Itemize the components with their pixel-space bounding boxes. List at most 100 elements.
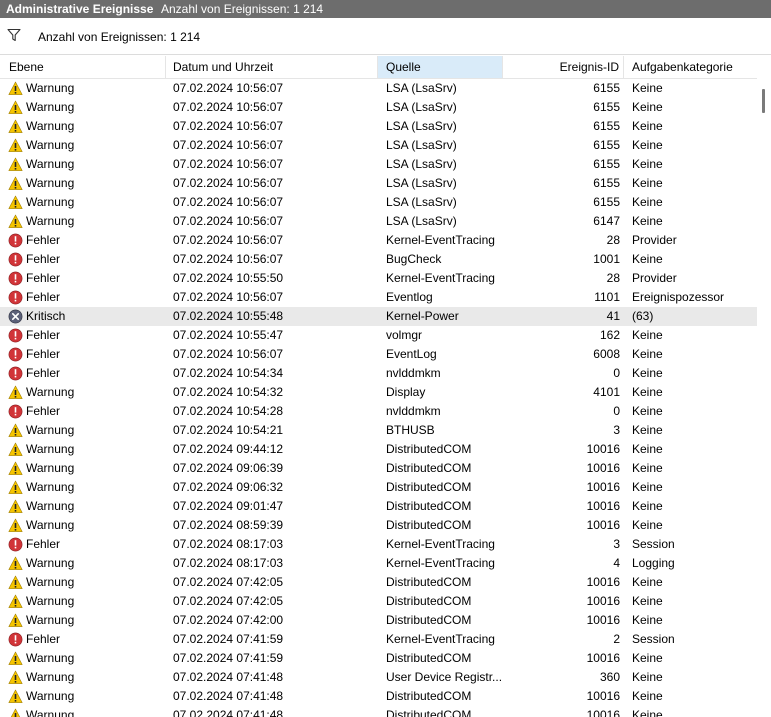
- event-row[interactable]: Fehler 07.02.2024 10:56:07 BugCheck 1001 Kei…: [0, 250, 757, 269]
- error-icon: [8, 404, 23, 419]
- event-level: Fehler: [26, 366, 61, 380]
- warning-icon: [8, 138, 23, 152]
- event-row[interactable]: Warnung 07.02.2024 10:56:07 LSA (LsaSrv) 61…: [0, 212, 757, 231]
- event-row[interactable]: Warnung 07.02.2024 10:56:07 LSA (LsaSrv) 61…: [0, 193, 757, 212]
- event-source: Eventlog: [386, 290, 433, 304]
- filter-bar: Anzahl von Ereignissen: 1 214: [0, 19, 771, 55]
- warning-icon: [8, 81, 23, 95]
- event-row[interactable]: Fehler 07.02.2024 10:55:50 Kernel-EventTra…: [0, 269, 757, 288]
- event-category: Keine: [632, 404, 663, 418]
- event-source: nvlddmkm: [386, 366, 441, 380]
- event-level: Warnung: [26, 461, 75, 475]
- event-id: 6155: [593, 100, 620, 114]
- event-id: 10016: [586, 594, 620, 608]
- event-source: nvlddmkm: [386, 404, 441, 418]
- event-datetime: 07.02.2024 10:56:07: [173, 176, 284, 190]
- event-row[interactable]: Fehler 07.02.2024 10:56:07 EventLog 6008 Kei…: [0, 345, 757, 364]
- event-source: Kernel-EventTracing: [386, 632, 495, 646]
- event-row[interactable]: Kritisch 07.02.2024 10:55:48 Kernel-Power 4…: [0, 307, 757, 326]
- event-row[interactable]: Fehler 07.02.2024 07:41:59 Kernel-EventTra…: [0, 630, 757, 649]
- event-row[interactable]: Warnung 07.02.2024 10:56:07 LSA (LsaSrv) 61…: [0, 117, 757, 136]
- scrollbar-thumb[interactable]: [762, 89, 765, 113]
- event-row[interactable]: Fehler 07.02.2024 10:56:07 Eventlog 1101 Ere…: [0, 288, 757, 307]
- event-category: Keine: [632, 119, 663, 133]
- event-id: 6155: [593, 119, 620, 133]
- event-level: Warnung: [26, 385, 75, 399]
- event-id: 1101: [594, 290, 620, 304]
- event-row[interactable]: Warnung 07.02.2024 07:42:05 DistributedCOM…: [0, 573, 757, 592]
- event-row[interactable]: Fehler 07.02.2024 10:55:47 volmgr 162 Keine: [0, 326, 757, 345]
- event-category: Keine: [632, 689, 663, 703]
- event-source: Kernel-Power: [386, 309, 459, 323]
- event-row[interactable]: Warnung 07.02.2024 10:56:07 LSA (LsaSrv) 61…: [0, 155, 757, 174]
- event-row[interactable]: Fehler 07.02.2024 10:54:28 nvlddmkm 0 Keine: [0, 402, 757, 421]
- event-category: Ereignispozessor: [632, 290, 725, 304]
- event-category: Session: [632, 632, 675, 646]
- event-source: Display: [386, 385, 426, 399]
- event-id: 10016: [586, 575, 620, 589]
- event-row[interactable]: Warnung 07.02.2024 10:56:07 LSA (LsaSrv) 61…: [0, 136, 757, 155]
- event-source: Kernel-EventTracing: [386, 537, 495, 551]
- event-datetime: 07.02.2024 10:56:07: [173, 119, 284, 133]
- event-level: Warnung: [26, 613, 75, 627]
- column-header-source[interactable]: Quelle: [378, 56, 503, 78]
- event-id: 360: [599, 670, 620, 684]
- event-category: Provider: [632, 233, 677, 247]
- event-id: 28: [606, 271, 620, 285]
- event-source: DistributedCOM: [386, 651, 472, 665]
- event-id: 6155: [593, 81, 620, 95]
- warning-icon: [8, 480, 23, 494]
- event-row[interactable]: Fehler 07.02.2024 10:56:07 Kernel-EventTra…: [0, 231, 757, 250]
- event-row[interactable]: Warnung 07.02.2024 10:54:32 Display 4101 Kei…: [0, 383, 757, 402]
- event-row[interactable]: Warnung 07.02.2024 09:06:39 DistributedCOM…: [0, 459, 757, 478]
- event-row[interactable]: Warnung 07.02.2024 09:01:47 DistributedCOM…: [0, 497, 757, 516]
- warning-icon: [8, 518, 23, 532]
- event-row[interactable]: Warnung 07.02.2024 07:42:05 DistributedCOM…: [0, 592, 757, 611]
- column-header-category[interactable]: Aufgabenkategorie: [624, 56, 757, 78]
- error-icon: [8, 347, 23, 362]
- filter-icon[interactable]: [7, 28, 21, 42]
- event-datetime: 07.02.2024 10:56:07: [173, 138, 284, 152]
- event-row[interactable]: Warnung 07.02.2024 08:17:03 Kernel-EventTr…: [0, 554, 757, 573]
- event-row[interactable]: Warnung 07.02.2024 07:41:48 DistributedCOM…: [0, 687, 757, 706]
- column-header-event-id[interactable]: Ereignis-ID: [503, 56, 624, 78]
- event-row[interactable]: Warnung 07.02.2024 07:41:59 DistributedCOM…: [0, 649, 757, 668]
- event-id: 10016: [586, 461, 620, 475]
- vertical-scrollbar[interactable]: [757, 56, 771, 717]
- event-level: Warnung: [26, 138, 75, 152]
- event-row[interactable]: Warnung 07.02.2024 10:56:07 LSA (LsaSrv) 61…: [0, 79, 757, 98]
- event-category: Keine: [632, 81, 663, 95]
- warning-icon: [8, 499, 23, 513]
- event-source: DistributedCOM: [386, 480, 472, 494]
- event-source: LSA (LsaSrv): [386, 214, 457, 228]
- event-row[interactable]: Warnung 07.02.2024 07:42:00 DistributedCOM…: [0, 611, 757, 630]
- event-level: Warnung: [26, 157, 75, 171]
- event-source: DistributedCOM: [386, 689, 472, 703]
- column-header-date[interactable]: Datum und Uhrzeit: [166, 56, 378, 78]
- warning-icon: [8, 100, 23, 114]
- event-row[interactable]: Warnung 07.02.2024 07:41:48 User Device Re…: [0, 668, 757, 687]
- event-datetime: 07.02.2024 10:56:07: [173, 290, 284, 304]
- warning-icon: [8, 119, 23, 133]
- column-header-level[interactable]: Ebene: [0, 56, 166, 78]
- event-row[interactable]: Warnung 07.02.2024 07:41:48 DistributedCOM…: [0, 706, 757, 717]
- event-row[interactable]: Warnung 07.02.2024 09:06:32 DistributedCOM…: [0, 478, 757, 497]
- event-datetime: 07.02.2024 08:17:03: [173, 556, 284, 570]
- event-row[interactable]: Warnung 07.02.2024 09:44:12 DistributedCOM…: [0, 440, 757, 459]
- event-level: Warnung: [26, 119, 75, 133]
- event-datetime: 07.02.2024 07:41:59: [173, 632, 284, 646]
- event-row[interactable]: Fehler 07.02.2024 10:54:34 nvlddmkm 0 Keine: [0, 364, 757, 383]
- event-row[interactable]: Warnung 07.02.2024 10:54:21 BTHUSB 3 Keine: [0, 421, 757, 440]
- event-level: Fehler: [26, 404, 61, 418]
- event-row[interactable]: Warnung 07.02.2024 10:56:07 LSA (LsaSrv) 61…: [0, 174, 757, 193]
- event-row[interactable]: Fehler 07.02.2024 08:17:03 Kernel-EventTra…: [0, 535, 757, 554]
- event-category: Keine: [632, 575, 663, 589]
- event-row[interactable]: Warnung 07.02.2024 10:56:07 LSA (LsaSrv) 61…: [0, 98, 757, 117]
- event-row[interactable]: Warnung 07.02.2024 08:59:39 DistributedCOM…: [0, 516, 757, 535]
- event-category: Logging: [632, 556, 675, 570]
- warning-icon: [8, 689, 23, 703]
- event-level: Kritisch: [26, 309, 66, 323]
- event-datetime: 07.02.2024 09:06:32: [173, 480, 284, 494]
- event-id: 41: [606, 309, 620, 323]
- event-id: 10016: [586, 613, 620, 627]
